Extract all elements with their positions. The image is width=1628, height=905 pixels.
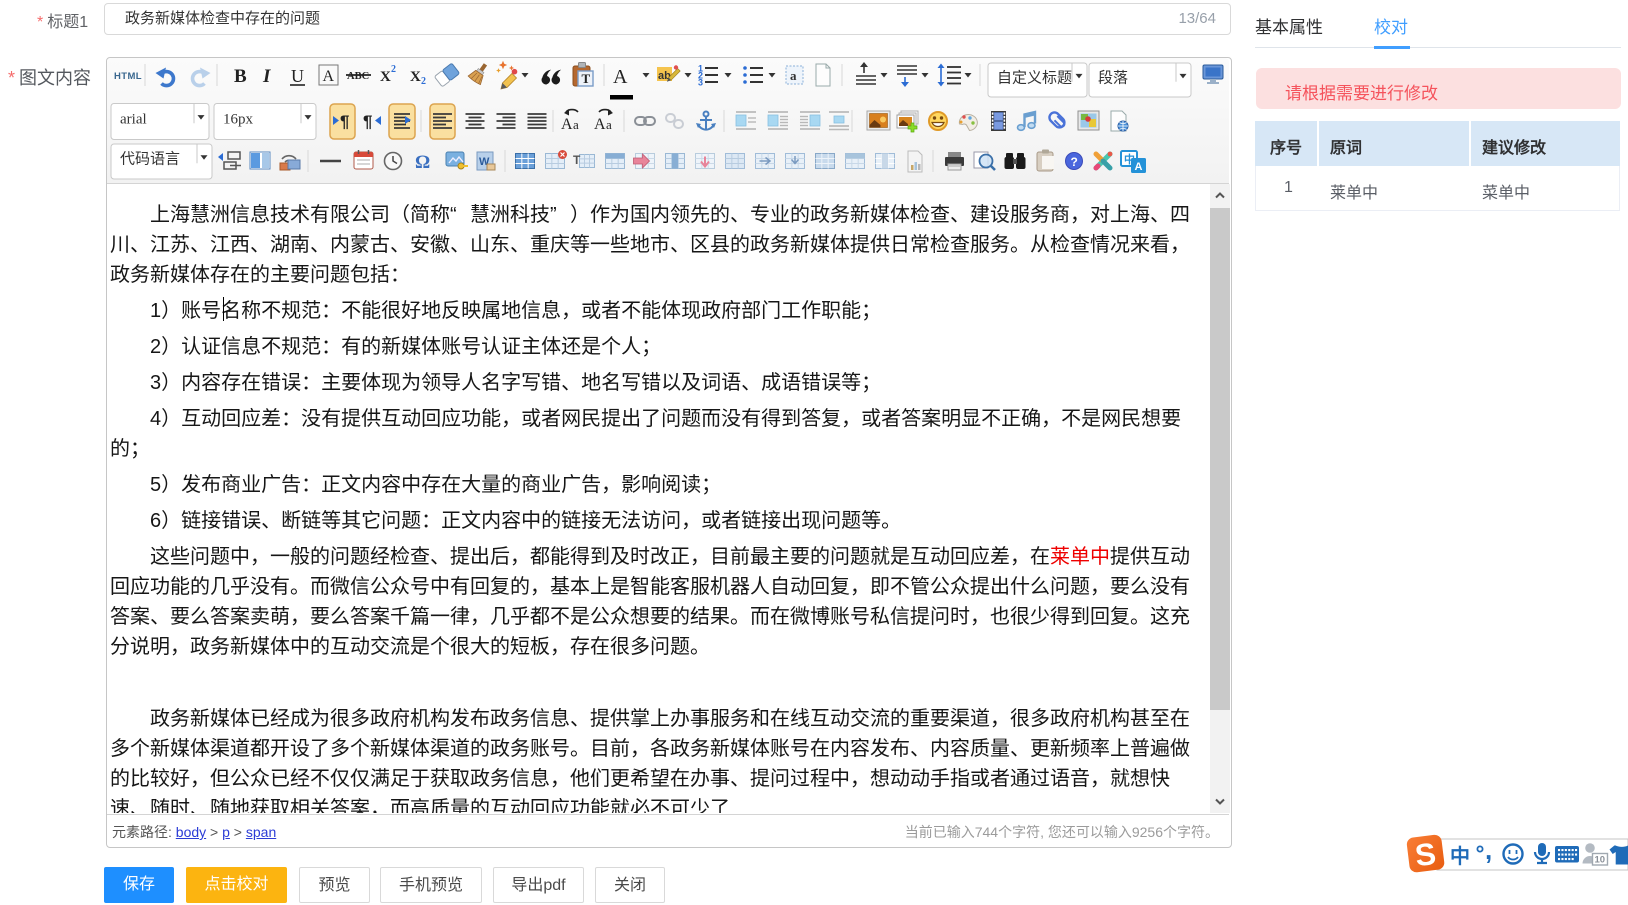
svg-text:A: A bbox=[323, 68, 335, 85]
svg-text:a: a bbox=[606, 117, 612, 132]
svg-text:2: 2 bbox=[391, 64, 396, 75]
svg-text:Ω: Ω bbox=[415, 152, 430, 173]
svg-text:T: T bbox=[582, 71, 591, 86]
svg-text:段落: 段落 bbox=[1098, 69, 1128, 86]
svg-text:自定义标题: 自定义标题 bbox=[997, 69, 1072, 86]
svg-text:16px: 16px bbox=[223, 112, 254, 128]
svg-text:A: A bbox=[613, 66, 628, 88]
svg-text:B: B bbox=[234, 66, 247, 87]
svg-text:3: 3 bbox=[698, 78, 703, 88]
svg-text:HTML: HTML bbox=[114, 71, 142, 82]
svg-text:a: a bbox=[573, 117, 579, 132]
svg-text:arial: arial bbox=[120, 112, 147, 128]
svg-text:I: I bbox=[262, 66, 271, 87]
svg-text:U: U bbox=[291, 66, 304, 86]
svg-text:X: X bbox=[410, 69, 421, 85]
svg-text:S: S bbox=[1413, 836, 1438, 873]
svg-text:X: X bbox=[380, 69, 391, 85]
svg-text:,: , bbox=[1485, 835, 1492, 865]
svg-text:T: T bbox=[573, 153, 581, 167]
svg-text:10: 10 bbox=[1595, 855, 1606, 866]
svg-text:中: 中 bbox=[1450, 844, 1470, 868]
svg-text:2: 2 bbox=[421, 76, 426, 87]
svg-text:代码语言: 代码语言 bbox=[120, 151, 180, 168]
svg-text:¶: ¶ bbox=[363, 112, 372, 131]
svg-text:?: ? bbox=[1071, 155, 1078, 169]
svg-text:A: A bbox=[1135, 161, 1143, 173]
svg-text:¶: ¶ bbox=[340, 112, 349, 131]
svg-text:ABC: ABC bbox=[347, 71, 369, 82]
svg-text:A: A bbox=[594, 116, 606, 133]
svg-text:A: A bbox=[561, 116, 573, 133]
svg-text:a: a bbox=[790, 68, 797, 83]
